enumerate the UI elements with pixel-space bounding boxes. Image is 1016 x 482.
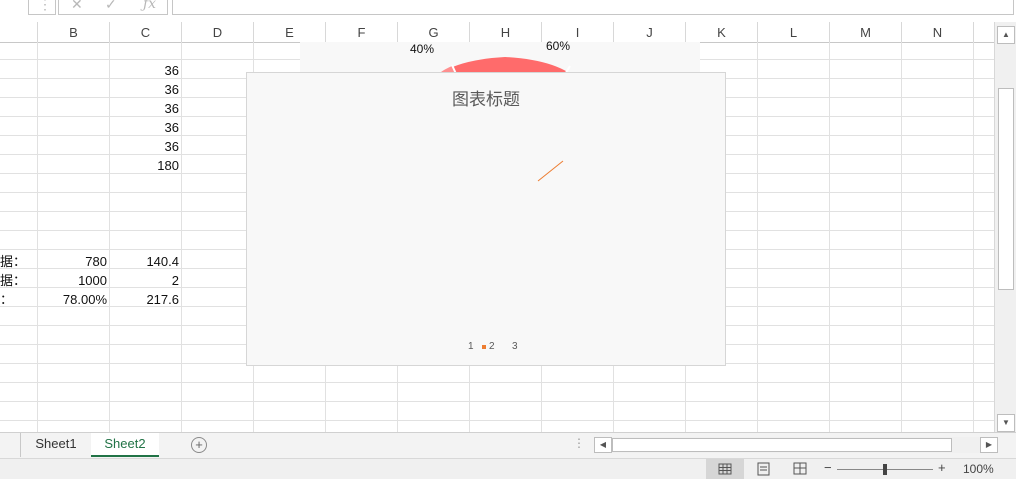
add-sheet-button[interactable]: + — [191, 437, 207, 453]
scroll-up-button[interactable]: ▲ — [997, 26, 1015, 44]
zoom-level[interactable]: 100% — [963, 462, 994, 476]
dots-icon: ⋮ — [38, 0, 52, 12]
column-header-j[interactable]: J — [614, 22, 686, 42]
pie-label-60: 60% — [546, 39, 571, 53]
column-header-h[interactable]: H — [470, 22, 542, 42]
cell-c6[interactable]: 36 — [110, 118, 182, 137]
zoom-out-button[interactable]: − — [824, 460, 832, 475]
cancel-icon[interactable]: ✕ — [71, 0, 83, 13]
tab-sheet2[interactable]: Sheet2 — [91, 433, 159, 457]
horizontal-scroll-thumb[interactable] — [612, 438, 952, 452]
cell-b14[interactable]: 1000 — [38, 271, 110, 290]
legend-item-3[interactable]: 3 — [512, 341, 518, 352]
cell-c8[interactable]: 180 — [110, 156, 182, 175]
cell-b13[interactable]: 780 — [38, 252, 110, 271]
cell-c3[interactable]: 36 — [110, 61, 182, 80]
cell-a14[interactable]: 据： — [0, 271, 37, 290]
column-header-a[interactable] — [0, 22, 38, 42]
triangle-up-icon: ▲ — [1002, 30, 1010, 39]
legend-item-2[interactable]: 2 — [489, 341, 495, 352]
status-bar: − + 100% — [0, 458, 1016, 479]
column-header-e[interactable]: E — [254, 22, 326, 42]
cell-c4[interactable]: 36 — [110, 80, 182, 99]
function-icon[interactable]: ƒx — [143, 0, 156, 12]
column-header-m[interactable]: M — [830, 22, 902, 42]
scroll-right-button[interactable]: ▶ — [980, 437, 998, 453]
column-header-d[interactable]: D — [182, 22, 254, 42]
zoom-slider-thumb[interactable] — [883, 464, 887, 475]
cell-c5[interactable]: 36 — [110, 99, 182, 118]
column-header-c[interactable]: C — [110, 22, 182, 42]
page-layout-button[interactable] — [752, 459, 776, 479]
triangle-left-icon: ◀ — [599, 440, 607, 449]
cell-c7[interactable]: 36 — [110, 137, 182, 156]
cell-a15[interactable]: ： — [0, 290, 37, 309]
enter-icon[interactable]: ✓ — [105, 0, 117, 13]
cell-c15[interactable]: 217.6 — [110, 290, 182, 309]
zoom-in-button[interactable]: + — [938, 460, 946, 475]
name-box-dropdown[interactable]: ⋮ — [28, 0, 56, 15]
tab-sheet1[interactable]: Sheet1 — [22, 433, 90, 457]
chart-object[interactable]: 图表标题 1 2 3 — [246, 72, 726, 366]
column-header-l[interactable]: L — [758, 22, 830, 42]
plus-icon: + — [195, 437, 203, 452]
page-break-icon — [793, 462, 807, 475]
cell-a13[interactable]: 据： — [0, 252, 37, 271]
triangle-down-icon: ▼ — [1002, 418, 1010, 427]
sheet-tabs-bar: Sheet1 Sheet2 + ⋮ ◀ ▶ — [0, 432, 1016, 459]
page-layout-icon — [757, 462, 770, 476]
column-header-n[interactable]: N — [902, 22, 974, 42]
cell-c13[interactable]: 140.4 — [110, 252, 182, 271]
formula-bar: ⋮ ✕ ✓ ƒx — [0, 0, 1016, 23]
split-handle-icon[interactable]: ⋮ — [573, 436, 585, 450]
column-header-g[interactable]: G — [398, 22, 470, 42]
chart-plot-area — [537, 160, 564, 182]
column-header-f[interactable]: F — [326, 22, 398, 42]
pie-label-40: 40% — [410, 42, 435, 56]
vertical-scrollbar[interactable]: ▲ ▼ — [994, 22, 1016, 432]
cell-b15[interactable]: 78.00% — [38, 290, 110, 309]
scroll-left-button[interactable]: ◀ — [594, 437, 612, 453]
column-header-k[interactable]: K — [686, 22, 758, 42]
grid-view-icon — [718, 463, 732, 475]
chart-series-line[interactable] — [537, 160, 564, 182]
vertical-scroll-thumb[interactable] — [998, 88, 1014, 290]
column-header-row: B C D E F G H I J K L M N — [0, 22, 994, 43]
triangle-right-icon: ▶ — [985, 440, 993, 449]
cell-c14[interactable]: 2 — [110, 271, 182, 290]
normal-view-button[interactable] — [706, 459, 744, 479]
formula-buttons: ✕ ✓ ƒx — [58, 0, 168, 15]
legend-marker-2 — [482, 345, 486, 349]
legend-item-1[interactable]: 1 — [468, 341, 474, 352]
column-header-b[interactable]: B — [38, 22, 110, 42]
tab-divider — [20, 433, 21, 457]
horizontal-scrollbar[interactable]: ◀ ▶ — [594, 437, 998, 453]
page-break-preview-button[interactable] — [788, 459, 812, 479]
formula-input[interactable] — [172, 0, 1014, 15]
scroll-down-button[interactable]: ▼ — [997, 414, 1015, 432]
